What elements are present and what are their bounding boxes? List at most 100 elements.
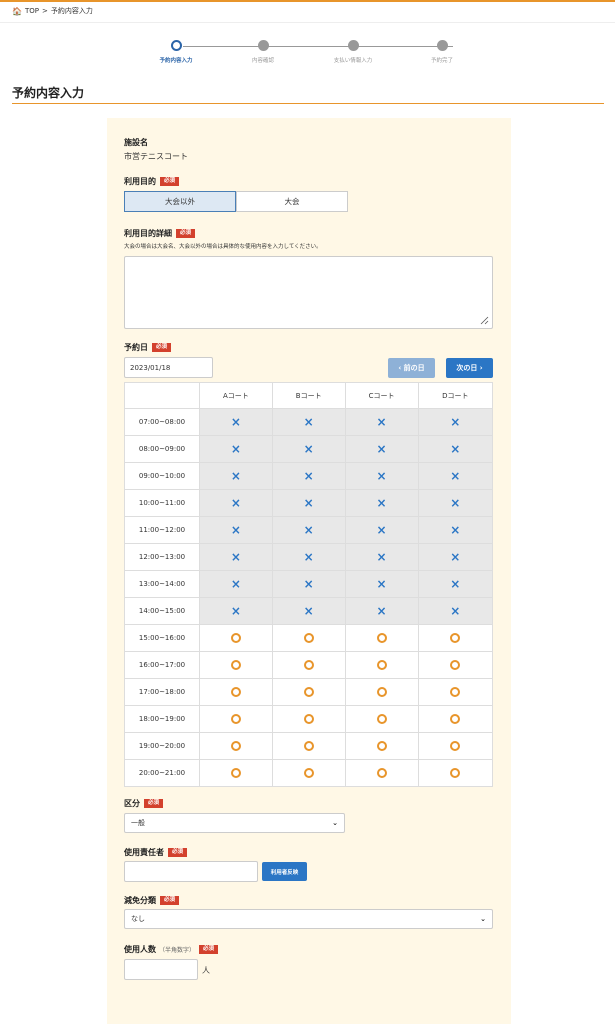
slot-unavailable: × [271,408,346,436]
prev-day-button[interactable]: ‹ 前の日 [388,358,435,378]
slot-available[interactable] [417,759,494,787]
slot-available[interactable] [199,651,273,679]
slot-unavailable: × [344,570,419,598]
slot-available[interactable] [199,732,273,760]
available-circle-icon [376,687,387,697]
column-header: Aコート [199,382,273,409]
purpose-label: 利用目的 必須 [124,176,180,187]
category-label-text: 区分 [124,799,140,808]
slot-available[interactable] [344,651,419,679]
time-slot-label: 09:00~10:00 [124,462,200,490]
unavailable-x-icon: × [450,442,461,456]
unavailable-x-icon: × [376,523,387,537]
slot-available[interactable] [417,705,494,733]
purpose-detail-textarea[interactable] [124,256,493,329]
unavailable-x-icon: × [230,550,241,564]
available-circle-icon [303,741,314,751]
step-1: 予約内容入力 [141,40,211,64]
slot-unavailable: × [271,597,346,625]
step-dot [257,40,269,51]
purpose-option-tournament[interactable]: 大会 [236,191,348,212]
time-slot-label: 13:00~14:00 [124,570,200,598]
available-circle-icon [303,687,314,697]
time-slot-label: 10:00~11:00 [124,489,200,517]
slot-unavailable: × [271,462,346,490]
people-unit: 人 [202,966,210,975]
time-slot-label: 20:00~21:00 [124,759,200,787]
category-select[interactable]: 一般 ⌄ [124,813,345,833]
reserve-date-input[interactable]: 2023/01/18 [124,357,213,378]
available-circle-icon [450,687,461,697]
available-circle-icon [376,741,387,751]
discount-select[interactable]: なし ⌄ [124,909,493,929]
slot-available[interactable] [417,624,494,652]
purpose-option-non-tournament[interactable]: 大会以外 [124,191,236,212]
table-row: 09:00~10:00 × × × × [124,462,494,490]
unavailable-x-icon: × [376,577,387,591]
unavailable-x-icon: × [376,496,387,510]
slot-unavailable: × [199,462,273,490]
slot-available[interactable] [344,705,419,733]
slot-available[interactable] [344,759,419,787]
step-dot-active [170,40,182,51]
slot-available[interactable] [199,678,273,706]
required-badge: 必須 [144,798,164,809]
slot-available[interactable] [271,624,346,652]
category-label: 区分 必須 [124,798,164,809]
facility-label: 施設名 [124,137,148,148]
table-row: 19:00~20:00 [124,732,494,760]
slot-available[interactable] [344,624,419,652]
unavailable-x-icon: × [230,577,241,591]
slot-available[interactable] [199,759,273,787]
available-circle-icon [450,741,461,751]
resize-handle-icon[interactable] [480,316,489,325]
slot-available[interactable] [417,651,494,679]
slot-available[interactable] [271,651,346,679]
slot-unavailable: × [199,543,273,571]
available-circle-icon [230,714,241,724]
available-circle-icon [230,768,241,778]
step-4: 予約完了 [407,40,477,64]
slot-unavailable: × [417,462,494,490]
available-circle-icon [376,768,387,778]
chevron-down-icon: ⌄ [332,819,338,827]
slot-available[interactable] [271,759,346,787]
slot-available[interactable] [417,678,494,706]
table-row: 13:00~14:00 × × × × [124,570,494,598]
breadcrumb-home-link[interactable]: TOP [25,7,39,15]
available-circle-icon [450,768,461,778]
next-day-button[interactable]: 次の日 › [446,358,493,378]
responsible-input[interactable] [124,861,258,882]
slot-unavailable: × [417,435,494,463]
reflect-user-button[interactable]: 利用者反映 [262,862,307,881]
step-2: 内容確認 [228,40,298,64]
chevron-down-icon: ⌄ [480,915,486,923]
unavailable-x-icon: × [450,523,461,537]
slot-available[interactable] [199,705,273,733]
slot-unavailable: × [344,516,419,544]
slot-available[interactable] [271,678,346,706]
slot-available[interactable] [271,705,346,733]
available-circle-icon [450,714,461,724]
purpose-toggle: 大会以外 大会 [124,191,348,212]
required-badge: 必須 [168,847,188,858]
purpose-label-text: 利用目的 [124,177,156,186]
people-input[interactable] [124,959,198,980]
slot-available[interactable] [344,732,419,760]
unavailable-x-icon: × [230,442,241,456]
table-row: 18:00~19:00 [124,705,494,733]
table-row: 08:00~09:00 × × × × [124,435,494,463]
slot-available[interactable] [417,732,494,760]
time-slot-label: 08:00~09:00 [124,435,200,463]
slot-unavailable: × [417,597,494,625]
unavailable-x-icon: × [450,469,461,483]
unavailable-x-icon: × [303,442,314,456]
slot-unavailable: × [344,408,419,436]
slot-available[interactable] [271,732,346,760]
time-slot-label: 12:00~13:00 [124,543,200,571]
table-row: 20:00~21:00 [124,759,494,787]
unavailable-x-icon: × [376,442,387,456]
slot-available[interactable] [199,624,273,652]
available-circle-icon [450,633,461,643]
slot-available[interactable] [344,678,419,706]
